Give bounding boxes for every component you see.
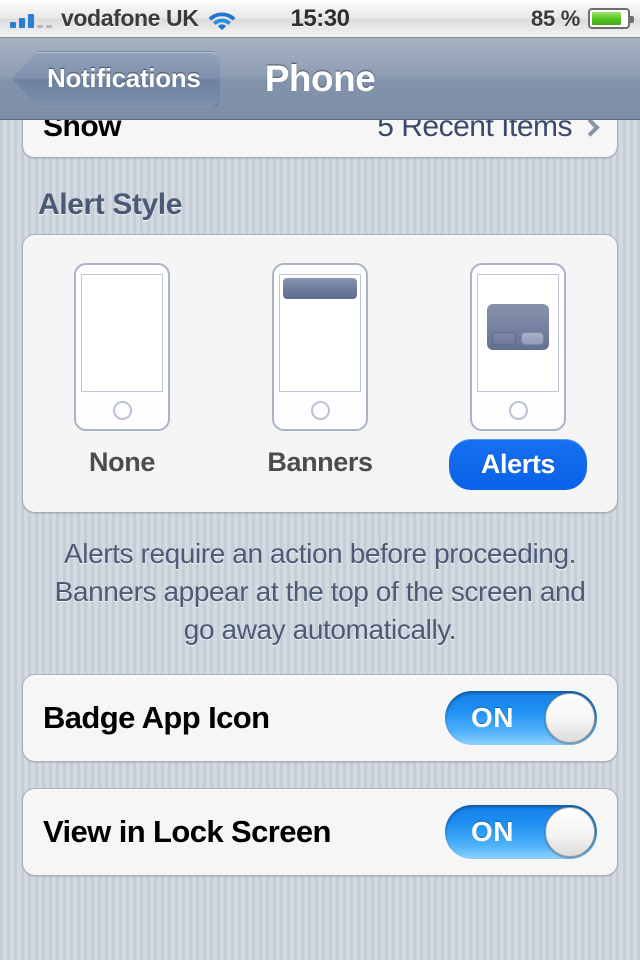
alert-style-option-alerts[interactable]: Alerts <box>443 263 593 490</box>
status-bar-right: 85 % <box>531 5 634 32</box>
navigation-bar: Notifications Phone <box>0 38 640 120</box>
phone-preview-alert-icon <box>470 263 566 431</box>
alert-style-option-banners[interactable]: Banners <box>245 263 395 478</box>
show-row-value: 5 Recent Items <box>377 120 600 144</box>
badge-app-icon-toggle[interactable]: ON <box>445 691 597 746</box>
alert-style-label-banners: Banners <box>267 447 373 477</box>
carrier-label: vodafone UK <box>61 5 199 31</box>
view-in-lock-screen-label: View in Lock Screen <box>43 814 331 850</box>
alert-style-header: Alert Style <box>38 188 182 221</box>
alert-style-footer-note: Alerts require an action before proceedi… <box>36 535 604 648</box>
alert-style-panel: None Banners Alerts <box>22 234 618 513</box>
phone-preview-none-icon <box>74 263 170 431</box>
view-in-lock-screen-toggle-value: ON <box>471 816 514 848</box>
signal-strength-icon <box>10 10 52 28</box>
alert-style-label-none: None <box>89 447 155 477</box>
battery-percent-label: 85 % <box>531 5 580 31</box>
status-bar: vodafone UK 15:30 85 % <box>0 0 640 38</box>
badge-app-icon-toggle-value: ON <box>471 702 514 734</box>
alert-style-option-none[interactable]: None <box>47 263 197 478</box>
footer-note-line-1: Alerts require an action before proceedi… <box>63 538 576 569</box>
show-row-value-text: 5 Recent Items <box>377 120 572 143</box>
badge-app-icon-row[interactable]: Badge App Icon ON <box>22 674 618 763</box>
settings-content: Show 5 Recent Items Alert Style None Ban… <box>0 120 640 877</box>
toggle-knob[interactable] <box>545 693 595 744</box>
badge-app-icon-label: Badge App Icon <box>43 700 270 736</box>
view-in-lock-screen-row[interactable]: View in Lock Screen ON <box>22 788 618 877</box>
chevron-right-icon <box>581 120 600 137</box>
phone-preview-banner-icon <box>272 263 368 431</box>
alert-style-label-alerts[interactable]: Alerts <box>448 439 588 490</box>
footer-note-line-3: go away automatically. <box>183 613 457 645</box>
status-bar-left: vodafone UK <box>10 5 237 32</box>
show-row[interactable]: Show 5 Recent Items <box>23 120 617 157</box>
show-row-group: Show 5 Recent Items <box>22 120 618 158</box>
toggle-knob[interactable] <box>545 807 595 858</box>
wifi-icon <box>209 12 236 30</box>
footer-note-line-2: Banners appear at the top of the screen … <box>54 575 586 607</box>
back-button[interactable]: Notifications <box>12 50 220 107</box>
battery-icon <box>588 8 634 29</box>
show-row-label: Show <box>43 120 122 143</box>
alert-style-options: None Banners Alerts <box>23 263 617 490</box>
view-in-lock-screen-toggle[interactable]: ON <box>445 805 597 860</box>
